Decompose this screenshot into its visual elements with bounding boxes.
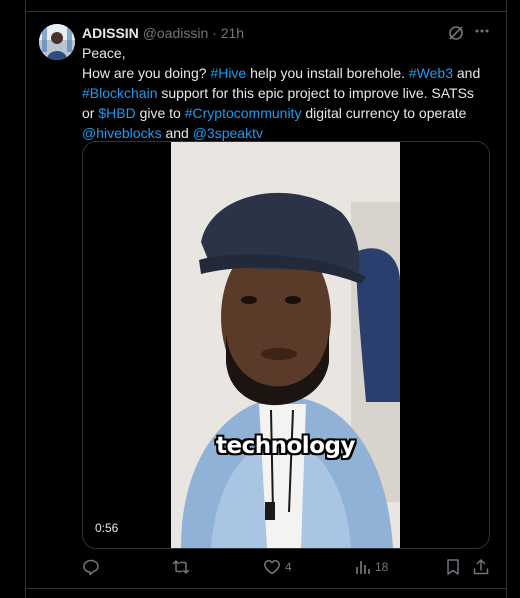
tweet-text-segment: and	[453, 65, 481, 81]
tweet-time[interactable]: 21h	[221, 25, 244, 41]
video-thumbnail	[171, 142, 400, 548]
separator-dot: ·	[212, 25, 217, 41]
bookmark-icon	[447, 559, 459, 575]
timeline-border-right	[506, 0, 507, 598]
views-icon	[356, 561, 370, 574]
tweet-text-segment: and	[161, 125, 193, 141]
tweet-text-segment: Peace,	[82, 45, 126, 61]
tweet-text-line: @hiveblocks and @3speaktv	[82, 123, 492, 143]
divider-top	[26, 11, 506, 12]
video-duration: 0:56	[95, 521, 119, 535]
timeline-border-left	[25, 0, 26, 598]
tweet-text-line: #Blockchain support for this epic projec…	[82, 83, 492, 103]
tweet-text-segment: give to	[135, 105, 185, 121]
video-caption: technology	[216, 433, 355, 459]
hashtag-link[interactable]: #Web3	[409, 65, 453, 81]
tweet-header: ADISSIN @oadissin · 21h	[82, 25, 244, 41]
video-frame[interactable]: technology	[171, 142, 400, 548]
views-button[interactable]: 18	[355, 558, 388, 576]
views-count: 18	[375, 560, 389, 574]
reply-button[interactable]	[82, 558, 104, 576]
tweet-text-line: How are you doing? #Hive help you instal…	[82, 63, 492, 83]
grok-icon[interactable]	[447, 24, 465, 42]
retweet-icon	[172, 560, 190, 574]
mention-link[interactable]: @3speaktv	[193, 125, 263, 141]
tweet-text-segment: help you install borehole.	[246, 65, 409, 81]
video-player[interactable]: technology 0:56	[82, 141, 490, 549]
divider-bottom	[26, 588, 506, 589]
mention-link[interactable]: @hiveblocks	[82, 125, 162, 141]
hashtag-link[interactable]: #Cryptocommunity	[185, 105, 302, 121]
tweet-text-line: Peace,	[82, 43, 492, 63]
cashtag-link[interactable]: $HBD	[98, 105, 135, 121]
author-name[interactable]: ADISSIN	[82, 25, 139, 41]
tweet-text-segment: How are you doing?	[82, 65, 211, 81]
tweet-text-segment: support for this epic project to improve…	[157, 85, 474, 101]
tweet-text-line: or $HBD give to #Cryptocommunity digital…	[82, 103, 492, 123]
avatar[interactable]	[39, 24, 75, 60]
heart-icon	[264, 560, 280, 575]
author-handle[interactable]: @oadissin	[143, 25, 209, 41]
like-count: 4	[285, 560, 292, 574]
more-icon[interactable]	[473, 22, 491, 40]
bookmark-button[interactable]	[444, 558, 462, 576]
tweet-text-segment: or	[82, 105, 99, 121]
tweet-text: Peace, How are you doing? #Hive help you …	[82, 43, 492, 143]
avatar-image	[39, 24, 75, 60]
retweet-button[interactable]	[172, 558, 194, 576]
reply-icon	[83, 559, 99, 576]
like-button[interactable]: 4	[263, 558, 292, 576]
hashtag-link[interactable]: #Blockchain	[82, 85, 158, 101]
tweet-text-segment: digital currency to operate	[301, 105, 467, 121]
share-button[interactable]	[472, 558, 490, 576]
hashtag-link[interactable]: #Hive	[210, 65, 246, 81]
share-icon	[473, 559, 489, 575]
